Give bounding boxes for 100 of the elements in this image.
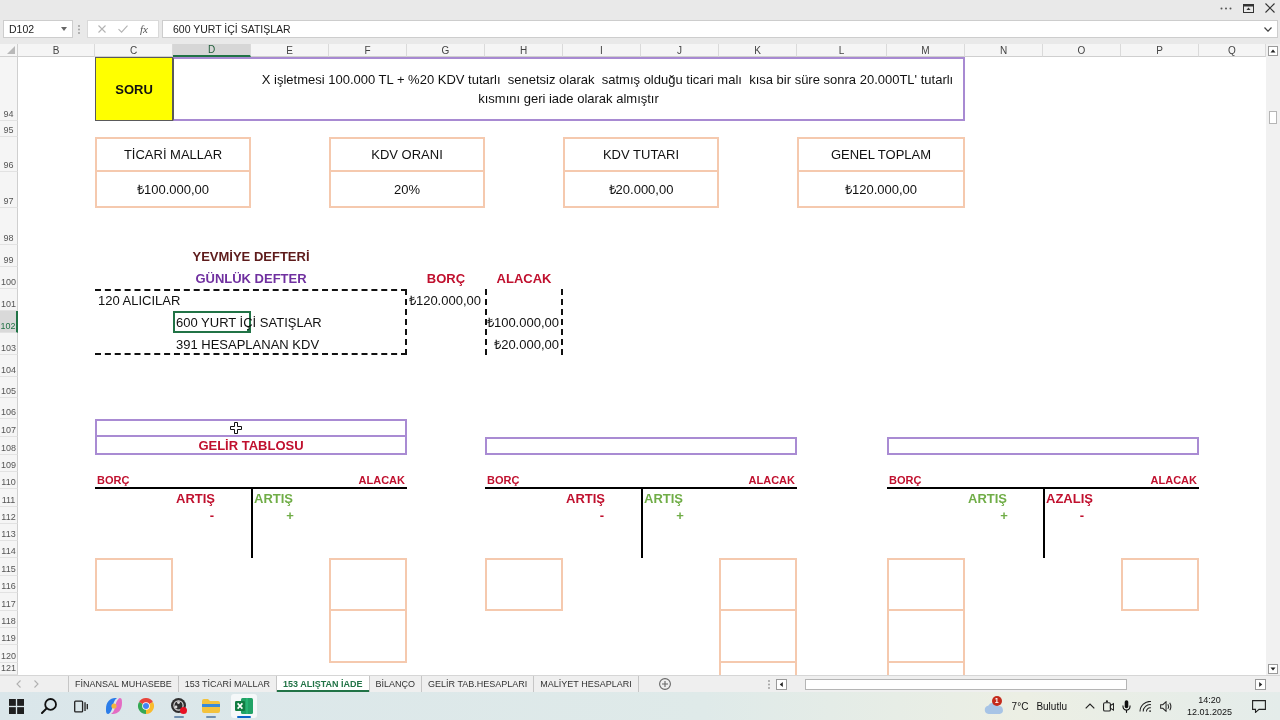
column-header[interactable]: D	[173, 44, 251, 57]
row-header[interactable]: 100	[0, 267, 18, 289]
swirl-icon[interactable]	[104, 698, 123, 714]
card-title: KDV TUTARI	[565, 139, 717, 172]
corner-triangle-icon[interactable]	[7, 46, 15, 54]
chevron-down-icon[interactable]	[1264, 26, 1272, 32]
row-header[interactable]: 98	[0, 208, 18, 245]
credit-header: ALACAK	[496, 270, 552, 286]
row-header[interactable]: 94	[0, 57, 18, 121]
clock-time[interactable]: 14:20	[1198, 694, 1221, 706]
scrollbar-thumb[interactable]	[805, 678, 1127, 690]
scroll-right-icon[interactable]	[1255, 678, 1266, 690]
column-header[interactable]: K	[719, 44, 797, 57]
formula-field[interactable]: 600 YURT İÇİ SATIŞLAR	[162, 20, 1278, 38]
row-header[interactable]: 118	[0, 611, 18, 628]
row-header[interactable]: 117	[0, 593, 18, 611]
speech-bubble-icon[interactable]	[1252, 699, 1266, 713]
name-box[interactable]: D102	[3, 20, 73, 38]
row-header[interactable]: 107	[0, 419, 18, 437]
row-header[interactable]: 114	[0, 541, 18, 558]
cross-cursor-icon	[230, 422, 242, 434]
row-header[interactable]: 97	[0, 172, 18, 208]
scroll-up-icon[interactable]	[1268, 46, 1278, 56]
vertical-scrollbar[interactable]	[1266, 44, 1280, 675]
weather-condition[interactable]: Bulutlu	[1036, 700, 1067, 712]
folder-icon[interactable]	[202, 699, 221, 713]
row-header[interactable]: 108	[0, 437, 18, 455]
column-header[interactable]: P	[1121, 44, 1199, 57]
caret-icon[interactable]	[61, 27, 67, 31]
row-header[interactable]: 96	[0, 137, 18, 172]
four-squares-icon[interactable]	[8, 698, 24, 714]
scroll-left-icon[interactable]	[776, 678, 787, 690]
sign-label: -	[599, 508, 605, 523]
row-header[interactable]: 109	[0, 455, 18, 472]
temperature[interactable]: 7°C	[1011, 700, 1029, 712]
cloud-icon[interactable]	[983, 701, 1004, 714]
column-header[interactable]: I	[563, 44, 641, 57]
row-header[interactable]: 120	[0, 645, 18, 663]
chevron-right-icon[interactable]	[34, 680, 39, 688]
row-header[interactable]: 103	[0, 333, 18, 355]
cross-icon[interactable]	[98, 25, 106, 33]
credit-label: ALACAK	[1150, 474, 1198, 488]
tricolor-circle-icon[interactable]	[138, 698, 155, 714]
row-header[interactable]: 119	[0, 628, 18, 645]
row-header[interactable]: 104	[0, 355, 18, 377]
amount: ₺20.000,00	[494, 336, 560, 353]
column-header[interactable]: Q	[1199, 44, 1266, 57]
function-button[interactable]: fx	[140, 23, 148, 35]
column-header[interactable]: B	[18, 44, 95, 57]
row-header[interactable]: 116	[0, 576, 18, 593]
column-header[interactable]: M	[887, 44, 965, 57]
close-icon[interactable]	[1265, 3, 1275, 13]
column-header[interactable]: C	[95, 44, 173, 57]
row-header[interactable]: 110	[0, 472, 18, 489]
microphone-icon[interactable]	[1121, 699, 1131, 713]
debit-label: BORÇ	[888, 474, 922, 488]
row-header[interactable]: 121	[0, 663, 18, 675]
search-icon[interactable]	[40, 698, 57, 714]
sign-label: +	[1000, 508, 1008, 523]
debit-label: BORÇ	[486, 474, 520, 488]
wifi-icon[interactable]	[1138, 700, 1152, 712]
dark-disc-icon[interactable]	[170, 698, 187, 714]
column-header[interactable]: E	[251, 44, 329, 57]
row-header[interactable]: 115	[0, 558, 18, 576]
scroll-down-icon[interactable]	[1268, 664, 1278, 674]
chevron-up-icon[interactable]	[1084, 703, 1095, 709]
stacked-windows-icon[interactable]	[74, 699, 89, 713]
row-header[interactable]: 113	[0, 524, 18, 541]
account-name[interactable]: 391 HESAPLANAN KDV	[173, 333, 320, 355]
row-header[interactable]: 111	[0, 489, 18, 507]
column-header[interactable]: L	[797, 44, 887, 57]
right-side-label: ARTIŞ	[643, 490, 683, 506]
sign-label: +	[676, 508, 684, 523]
row-header[interactable]: 99	[0, 245, 18, 267]
column-header[interactable]: H	[485, 44, 563, 57]
clock-date[interactable]: 12.01.2025	[1186, 706, 1232, 718]
column-header[interactable]: N	[965, 44, 1043, 57]
speaker-icon[interactable]	[1159, 700, 1173, 712]
card-value: ₺20.000,00	[607, 181, 675, 199]
column-header[interactable]: O	[1043, 44, 1121, 57]
chevron-left-icon[interactable]	[16, 680, 21, 688]
video-camera-icon[interactable]	[1102, 700, 1114, 712]
column-header[interactable]: J	[641, 44, 719, 57]
row-header[interactable]: 105	[0, 377, 18, 398]
scrollbar-thumb[interactable]	[1269, 111, 1277, 124]
sheet-tab[interactable]: 153 ALIŞTAN İADE	[277, 676, 370, 692]
column-header[interactable]: F	[329, 44, 407, 57]
circled-plus-icon[interactable]	[658, 678, 671, 690]
row-header[interactable]: 95	[0, 121, 18, 137]
amount: ₺120.000,00	[408, 292, 482, 309]
select-all-button[interactable]	[0, 44, 18, 57]
column-header[interactable]: G	[407, 44, 485, 57]
row-header[interactable]: 112	[0, 507, 18, 524]
row-header[interactable]: 102	[0, 311, 18, 333]
card-value: ₺100.000,00	[135, 181, 211, 199]
check-icon[interactable]	[118, 25, 128, 33]
account-name[interactable]: 120 ALICILAR	[95, 289, 181, 311]
row-header[interactable]: 101	[0, 289, 18, 311]
more-icon[interactable]	[1220, 6, 1232, 10]
row-header[interactable]: 106	[0, 398, 18, 419]
